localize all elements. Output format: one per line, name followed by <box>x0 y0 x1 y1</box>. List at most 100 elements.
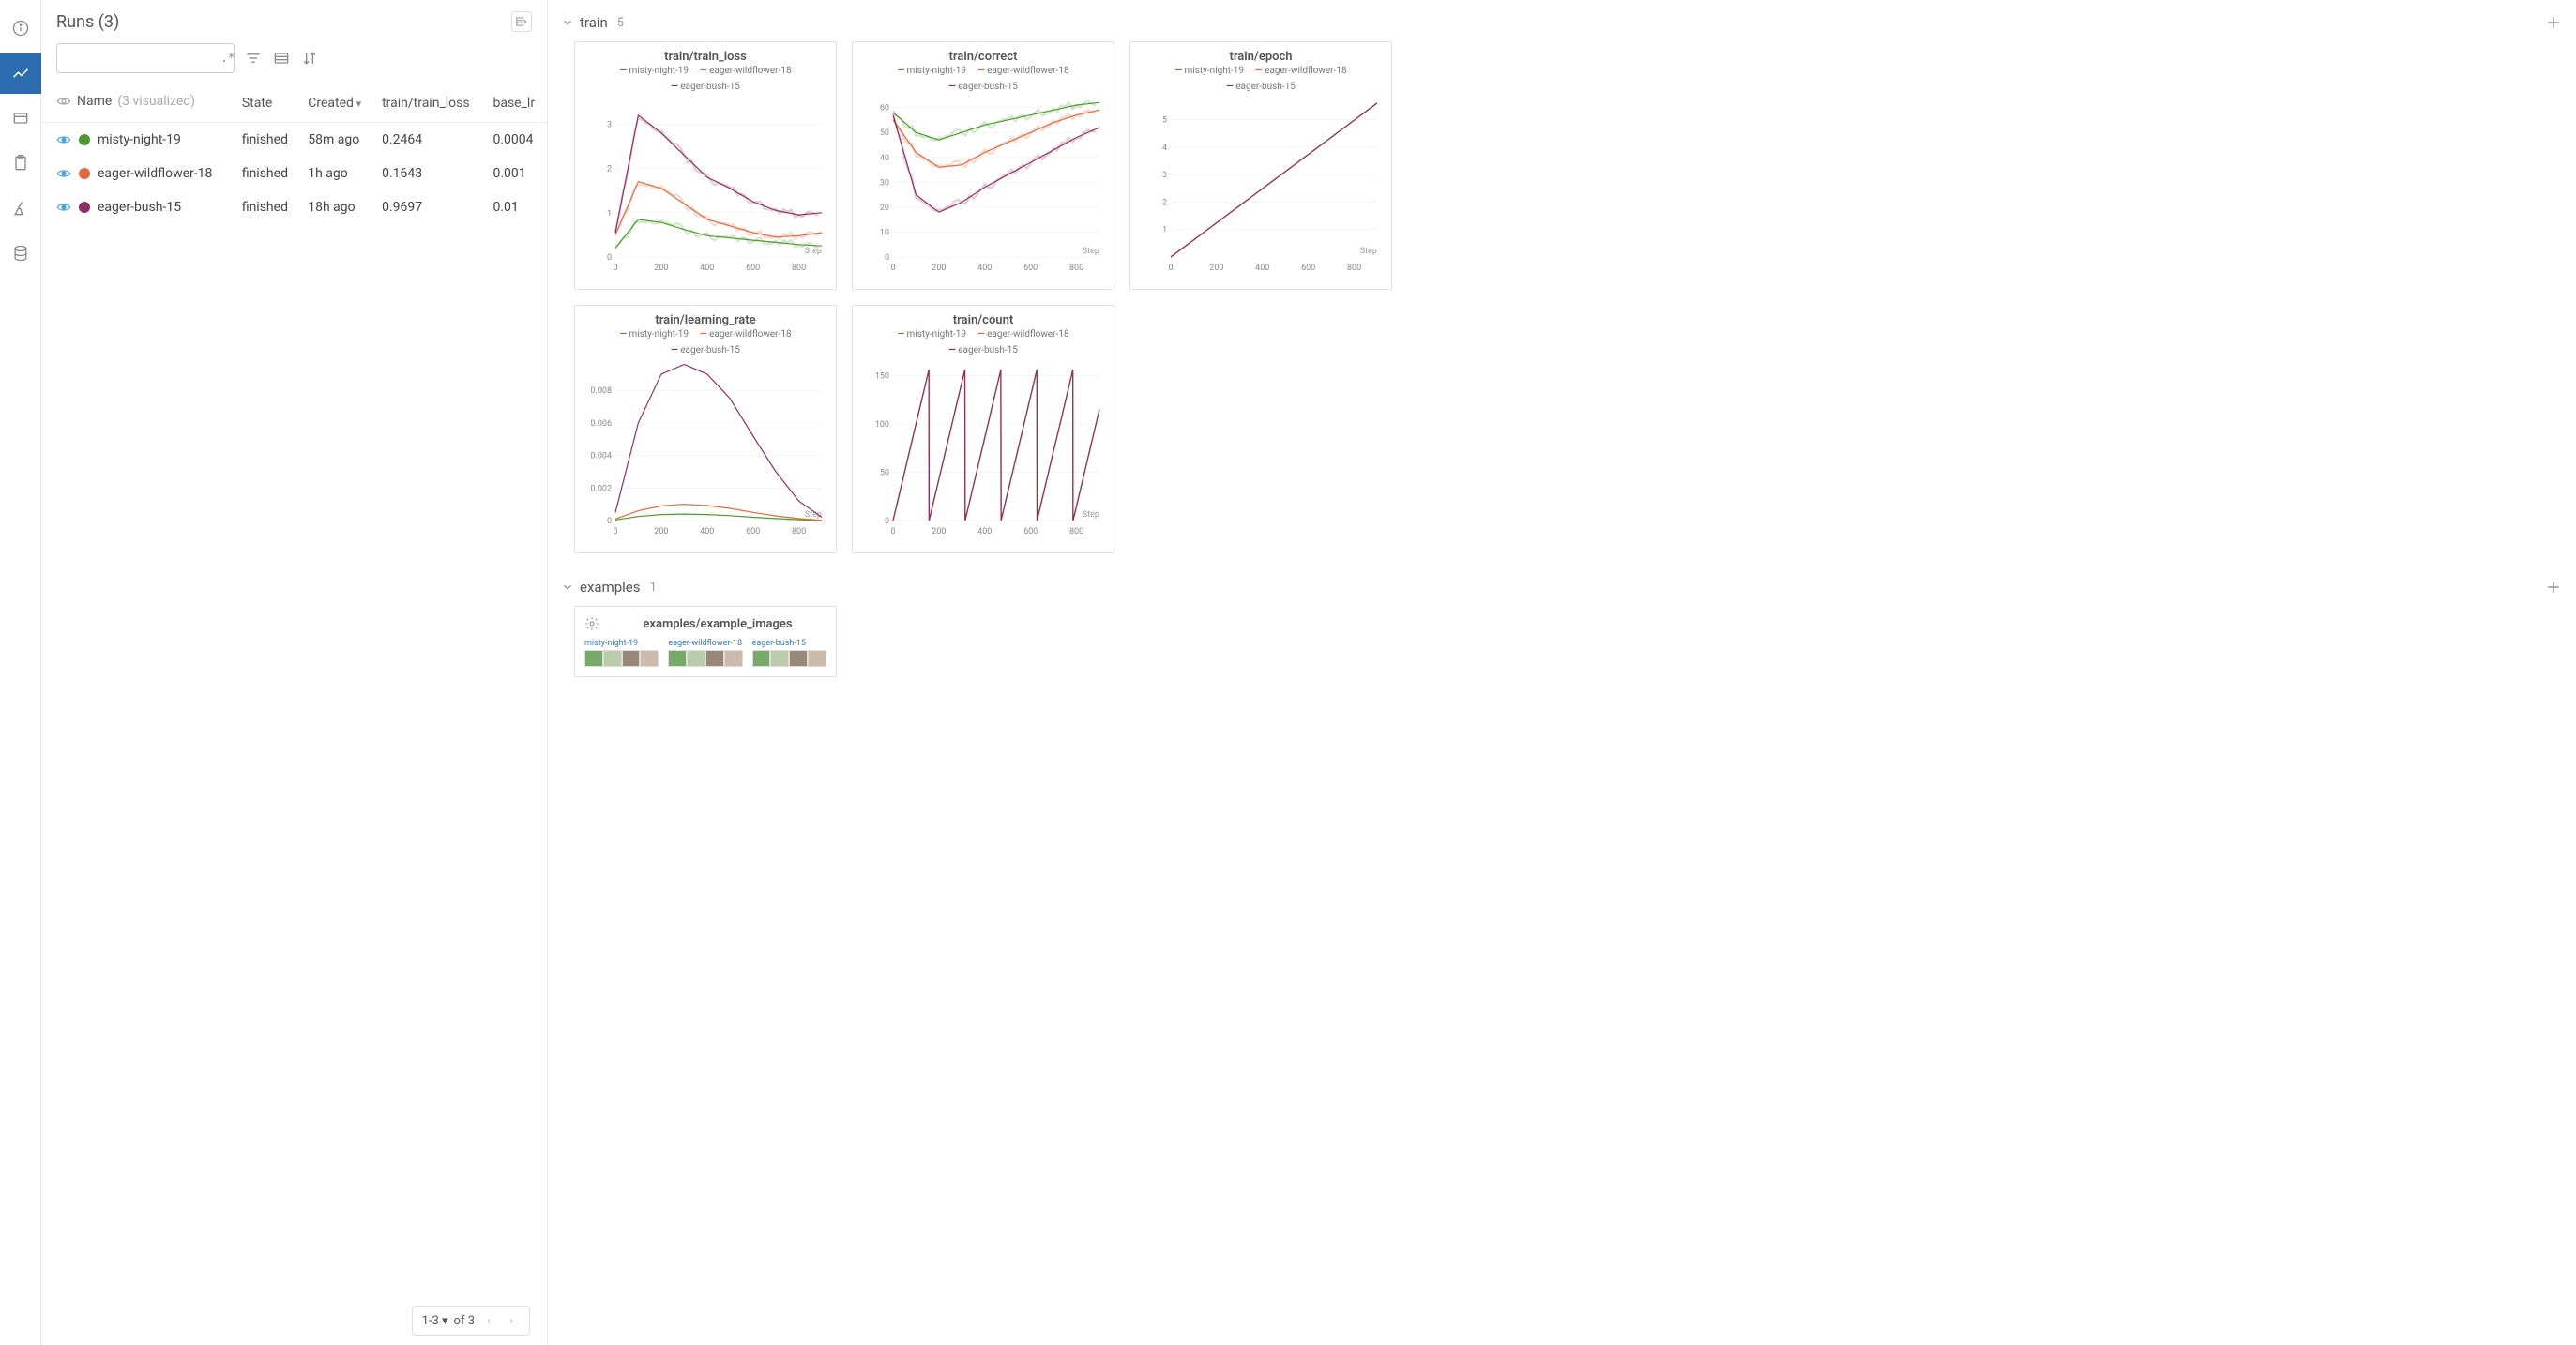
add-panel-train[interactable] <box>2544 13 2563 32</box>
svg-text:50: 50 <box>880 128 889 138</box>
filter-button[interactable] <box>244 49 263 68</box>
pager-range[interactable]: 1-3 ▾ <box>422 1314 448 1328</box>
svg-text:1: 1 <box>607 209 612 219</box>
broom-icon <box>11 199 30 218</box>
chevron-down-icon[interactable] <box>561 581 574 594</box>
svg-text:0: 0 <box>607 517 612 526</box>
section-title-train[interactable]: train <box>580 14 608 31</box>
run-row[interactable]: eager-wildflower-18 finished 1h ago 0.16… <box>41 157 547 190</box>
svg-text:0: 0 <box>890 527 895 536</box>
svg-text:0: 0 <box>885 253 889 263</box>
gear-icon[interactable] <box>584 616 599 631</box>
filter-icon <box>244 49 263 68</box>
example-thumb-group[interactable]: eager-wildflower-18 <box>668 639 742 667</box>
svg-text:100: 100 <box>875 420 889 430</box>
chevron-down-icon[interactable] <box>561 16 574 29</box>
svg-text:0.002: 0.002 <box>590 484 612 493</box>
visibility-toggle[interactable] <box>56 132 71 147</box>
run-created: 58m ago <box>300 123 374 158</box>
run-metric: 0.1643 <box>374 157 485 190</box>
chart-legend: misty-night-19eager-wildflower-18eager-b… <box>583 329 828 355</box>
examples-title: examples/example_images <box>609 617 826 631</box>
example-thumb-group[interactable]: eager-bush-15 <box>752 639 826 667</box>
run-name: eager-wildflower-18 <box>98 166 212 181</box>
col-name[interactable]: Name (3 visualized) <box>41 84 235 123</box>
runs-panel: Runs (3) .* Name (3 visualiz <box>41 0 548 1345</box>
chart-title: train/epoch <box>1138 50 1384 64</box>
chart-line-icon <box>11 64 30 83</box>
svg-text:0: 0 <box>885 517 889 526</box>
clipboard-nav-item[interactable] <box>0 143 41 184</box>
regex-toggle[interactable]: .* <box>220 52 235 66</box>
svg-text:800: 800 <box>792 527 806 536</box>
charts-nav-item[interactable] <box>0 53 41 94</box>
svg-text:600: 600 <box>1023 527 1038 536</box>
svg-text:10: 10 <box>880 228 889 237</box>
example-thumb-group[interactable]: misty-night-19 <box>584 639 659 667</box>
col-state[interactable]: State <box>235 84 300 123</box>
section-header-examples: examples 1 <box>557 572 2567 606</box>
section-count-examples: 1 <box>649 581 656 595</box>
svg-text:4: 4 <box>1162 144 1167 153</box>
svg-text:20: 20 <box>880 204 889 213</box>
chart-panel-epoch[interactable]: train/epoch misty-night-19eager-wildflowe… <box>1129 41 1392 290</box>
sweep-nav-item[interactable] <box>0 188 41 229</box>
svg-text:400: 400 <box>977 264 992 273</box>
add-panel-examples[interactable] <box>2544 578 2563 597</box>
panels-nav-item[interactable] <box>0 98 41 139</box>
run-metric: 0.9697 <box>374 190 485 224</box>
svg-text:400: 400 <box>1255 264 1269 273</box>
svg-text:Step: Step <box>1083 510 1099 520</box>
section-title-examples[interactable]: examples <box>580 579 640 596</box>
chart-panel-count[interactable]: train/countmisty-night-19eager-wildflowe… <box>852 305 1114 553</box>
info-icon <box>11 19 30 38</box>
runs-search-input[interactable] <box>65 52 220 66</box>
sort-button[interactable] <box>300 49 319 68</box>
chart-legend: misty-night-19eager-wildflower-18eager-b… <box>583 66 828 92</box>
info-nav-item[interactable] <box>0 8 41 49</box>
svg-text:800: 800 <box>1069 264 1083 273</box>
run-lr: 0.001 <box>485 157 547 190</box>
chart-panel-learning_rate[interactable]: train/learning_ratemisty-night-19eager-w… <box>574 305 837 553</box>
pager-prev[interactable]: ‹ <box>480 1312 497 1329</box>
thumb-strip <box>752 650 826 667</box>
col-metric[interactable]: train/train_loss <box>374 84 485 123</box>
svg-text:200: 200 <box>932 527 946 536</box>
svg-text:200: 200 <box>654 527 668 536</box>
clipboard-icon <box>11 154 30 173</box>
run-state: finished <box>235 123 300 158</box>
run-lr: 0.01 <box>485 190 547 224</box>
thumb-label: eager-wildflower-18 <box>668 639 742 648</box>
col-lr[interactable]: base_lr <box>485 84 547 123</box>
run-row[interactable]: misty-night-19 finished 58m ago 0.2464 0… <box>41 123 547 158</box>
runs-search[interactable]: .* <box>56 43 235 73</box>
run-state: finished <box>235 190 300 224</box>
eye-outline-icon <box>56 94 71 109</box>
svg-text:150: 150 <box>875 371 889 381</box>
run-row[interactable]: eager-bush-15 finished 18h ago 0.9697 0.… <box>41 190 547 224</box>
chart-title: train/correct <box>860 50 1106 64</box>
chart-panel-correct[interactable]: train/correctmisty-night-19eager-wildflo… <box>852 41 1114 290</box>
runs-collapse-button[interactable] <box>511 11 532 32</box>
pager-next[interactable]: › <box>503 1312 520 1329</box>
svg-text:0.008: 0.008 <box>590 386 612 396</box>
svg-text:30: 30 <box>880 178 889 188</box>
visibility-toggle[interactable] <box>56 166 71 181</box>
chart-panel-train_loss[interactable]: train/train_lossmisty-night-19eager-wild… <box>574 41 837 290</box>
panel-examples[interactable]: examples/example_images misty-night-19 ea… <box>574 606 837 677</box>
thumb-strip <box>584 650 659 667</box>
svg-text:60: 60 <box>880 104 889 113</box>
visibility-toggle[interactable] <box>56 200 71 215</box>
svg-text:0: 0 <box>1168 264 1173 273</box>
chart-legend: misty-night-19eager-wildflower-18eager-b… <box>1138 66 1384 92</box>
runs-table: Name (3 visualized) State Created train/… <box>41 84 547 224</box>
group-button[interactable] <box>272 49 291 68</box>
group-icon <box>272 49 291 68</box>
left-nav-rail <box>0 0 41 1345</box>
svg-text:0.004: 0.004 <box>590 452 612 461</box>
database-icon <box>11 244 30 263</box>
col-created[interactable]: Created <box>300 84 374 123</box>
artifacts-nav-item[interactable] <box>0 233 41 274</box>
svg-text:0.006: 0.006 <box>590 419 612 429</box>
svg-text:800: 800 <box>1069 527 1083 536</box>
